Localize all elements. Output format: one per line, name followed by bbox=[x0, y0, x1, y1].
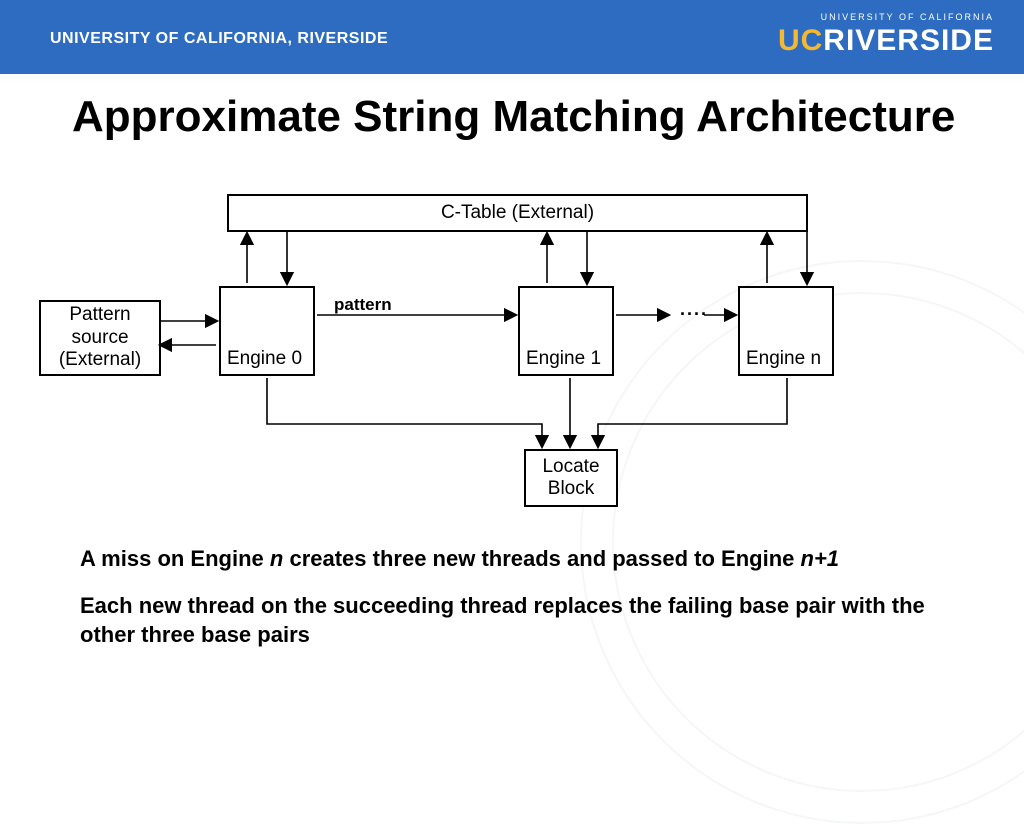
b1-pre: A miss on Engine bbox=[80, 546, 270, 571]
logo-riverside: RIVERSIDE bbox=[823, 24, 994, 57]
b1-mid: creates three new threads and passed to … bbox=[283, 546, 800, 571]
engine0-box: Engine 0 bbox=[219, 286, 315, 376]
b1-np1: n+1 bbox=[801, 546, 840, 571]
engine1-box: Engine 1 bbox=[518, 286, 614, 376]
ellipsis: .... bbox=[680, 299, 708, 320]
logo-uc: UC bbox=[778, 24, 823, 57]
logo-main: UCRIVERSIDE bbox=[778, 24, 994, 58]
slide-title: Approximate String Matching Architecture bbox=[72, 92, 955, 143]
locate-block-box: Locate Block bbox=[524, 449, 618, 507]
pattern-source-box: Pattern source (External) bbox=[39, 300, 161, 376]
bullet-1: A miss on Engine n creates three new thr… bbox=[80, 545, 950, 574]
bullet-2: Each new thread on the succeeding thread… bbox=[80, 592, 950, 649]
university-name: UNIVERSITY OF CALIFORNIA, RIVERSIDE bbox=[50, 30, 388, 48]
slide-header: UNIVERSITY OF CALIFORNIA, RIVERSIDE UNIV… bbox=[0, 0, 1024, 74]
b1-n: n bbox=[270, 546, 283, 571]
pattern-label: pattern bbox=[334, 295, 392, 315]
enginen-box: Engine n bbox=[738, 286, 834, 376]
ucr-logo: UNIVERSITY OF CALIFORNIA UCRIVERSIDE bbox=[778, 12, 994, 58]
logo-top-text: UNIVERSITY OF CALIFORNIA bbox=[778, 12, 994, 22]
ctable-box: C-Table (External) bbox=[227, 194, 808, 232]
